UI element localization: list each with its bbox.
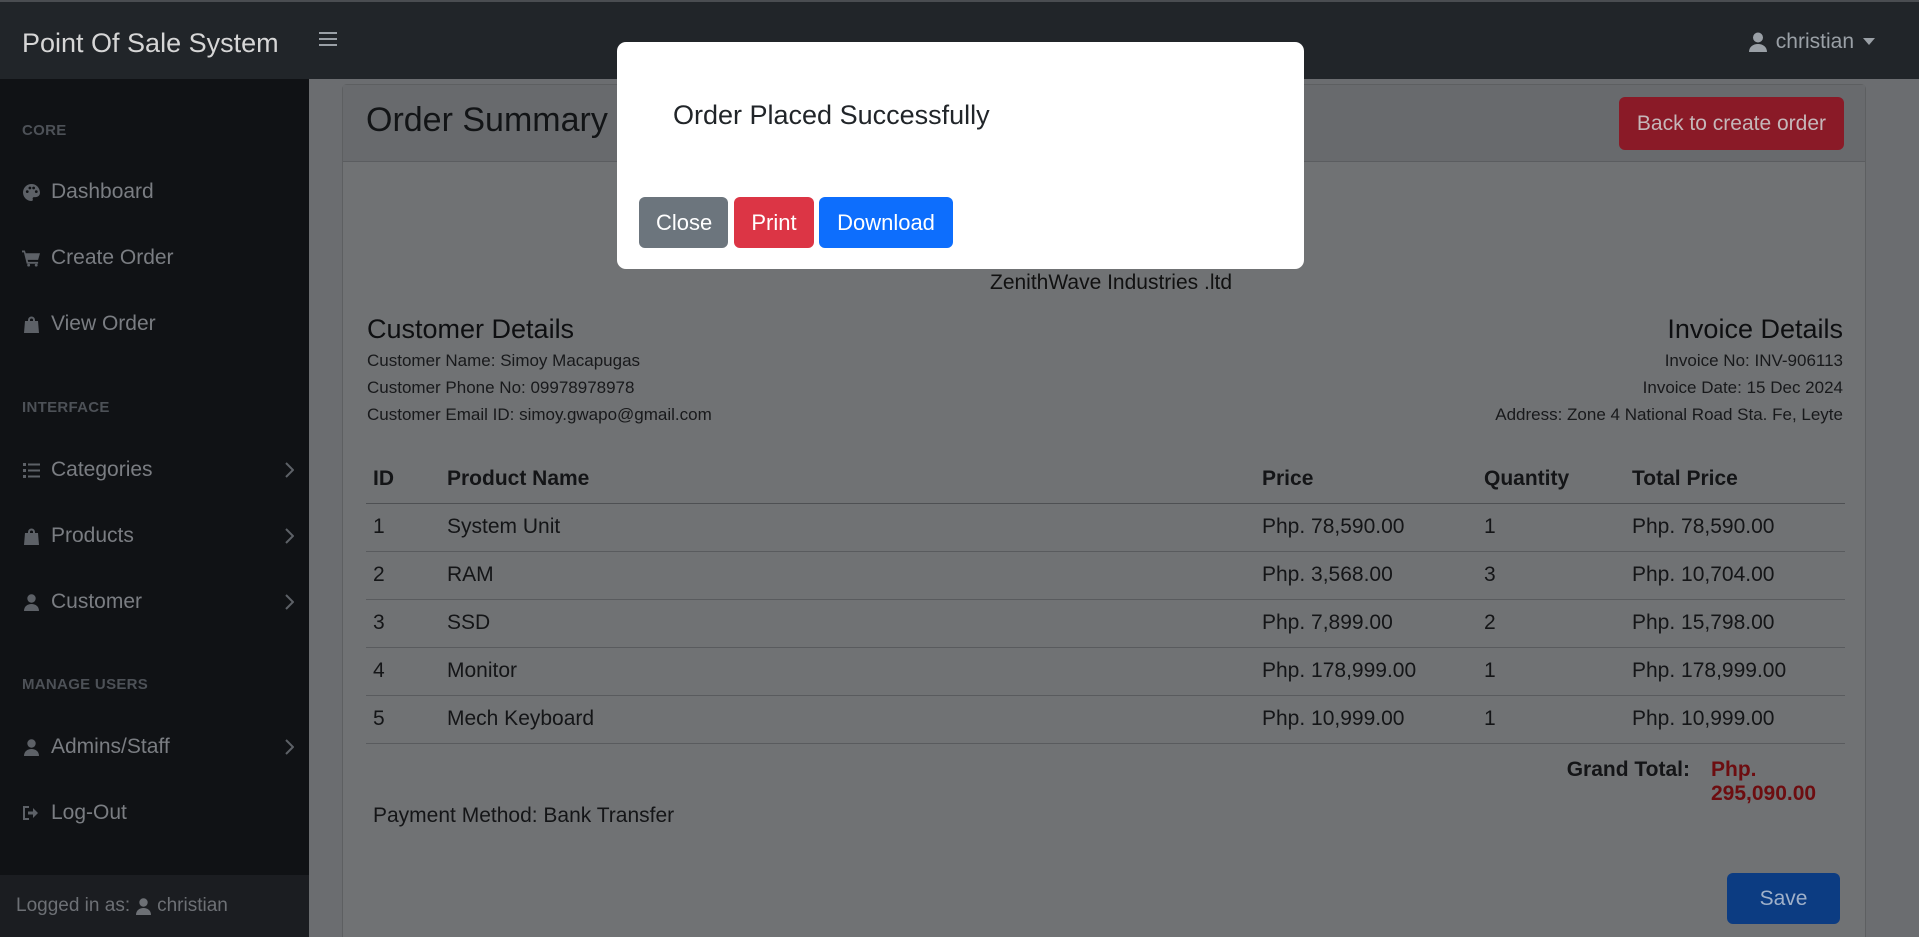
cell-quantity: 1: [1477, 503, 1625, 552]
cell-id: 1: [366, 503, 440, 552]
cell-quantity: 2: [1477, 599, 1625, 648]
back-to-create-order-button[interactable]: Back to create order: [1618, 97, 1844, 150]
cell-price: Php. 10,999.00: [1255, 695, 1477, 744]
payment-method: Payment Method: Bank Transfer: [373, 804, 675, 827]
logged-in-user: christian: [157, 895, 228, 916]
table-row: 3 SSD Php. 7,899.00 2 Php. 15,798.00: [366, 599, 1845, 648]
logged-in-label: Logged in as:: [16, 895, 131, 916]
cell-total: Php. 10,704.00: [1625, 551, 1845, 600]
cell-quantity: 1: [1477, 647, 1625, 696]
save-button[interactable]: Save: [1727, 873, 1840, 924]
invoice-address: Address: Zone 4 National Road Sta. Fe, L…: [1495, 405, 1843, 424]
cell-id: 5: [366, 695, 440, 744]
close-button[interactable]: Close: [639, 197, 728, 248]
sidebar-item-label: Customer: [51, 590, 143, 613]
logout-icon: [22, 804, 40, 822]
chevron-right-icon: [285, 462, 294, 478]
table-header-row: ID Product Name Price Quantity Total Pri…: [366, 455, 1845, 504]
cell-id: 3: [366, 599, 440, 648]
cell-product: Mech Keyboard: [440, 695, 1255, 744]
sidebar-item-admins-staff[interactable]: Admins/Staff: [22, 735, 294, 759]
cell-id: 2: [366, 551, 440, 600]
brand-title[interactable]: Point Of Sale System: [22, 28, 279, 59]
customer-phone: Customer Phone No: 09978978978: [367, 378, 635, 397]
sidebar-item-label: Products: [51, 524, 134, 547]
sidebar-item-create-order[interactable]: Create Order: [22, 246, 294, 270]
chevron-right-icon: [285, 594, 294, 610]
page-title: Order Summary: [366, 101, 608, 139]
sidebar-item-label: View Order: [51, 312, 156, 335]
sidebar-toggle-icon[interactable]: [319, 32, 337, 48]
column-header: ID: [366, 455, 440, 504]
customer-email: Customer Email ID: simoy.gwapo@gmail.com: [367, 405, 712, 424]
sidebar-item-label: Dashboard: [51, 180, 154, 203]
table-row: 5 Mech Keyboard Php. 10,999.00 1 Php. 10…: [366, 695, 1845, 744]
order-success-modal: Order Placed Successfully Close Print Do…: [617, 42, 1304, 269]
bag-icon: [22, 527, 40, 545]
user-menu[interactable]: christian: [1748, 30, 1875, 54]
sidebar-item-customer[interactable]: Customer: [22, 590, 294, 614]
sidebar: CORE Dashboard Create Order View Order I…: [0, 79, 309, 937]
section-core: CORE: [22, 122, 67, 139]
cell-id: 4: [366, 647, 440, 696]
cell-product: SSD: [440, 599, 1255, 648]
download-button[interactable]: Download: [819, 197, 953, 248]
list-icon: [22, 461, 40, 479]
cell-product: RAM: [440, 551, 1255, 600]
cell-product: Monitor: [440, 647, 1255, 696]
sidebar-item-categories[interactable]: Categories: [22, 458, 294, 482]
sidebar-item-label: Create Order: [51, 246, 174, 269]
column-header: Price: [1255, 455, 1477, 504]
sidebar-item-label: Admins/Staff: [51, 735, 170, 758]
cell-total: Php. 78,590.00: [1625, 503, 1845, 552]
column-header: Quantity: [1477, 455, 1625, 504]
grand-total-value: Php. 295,090.00: [1711, 758, 1817, 805]
invoice-details-heading: Invoice Details: [1667, 314, 1843, 344]
sidebar-item-view-order[interactable]: View Order: [22, 312, 294, 336]
chevron-right-icon: [285, 739, 294, 755]
cell-price: Php. 78,590.00: [1255, 503, 1477, 552]
cell-price: Php. 178,999.00: [1255, 647, 1477, 696]
section-manage-users: MANAGE USERS: [22, 676, 149, 693]
sidebar-item-logout[interactable]: Log-Out: [22, 801, 294, 825]
sidebar-footer: Logged in as: christian: [0, 875, 309, 937]
bag-icon: [22, 315, 40, 333]
user-icon: [22, 593, 40, 611]
company-name: ZenithWave Industries .ltd: [990, 271, 1232, 294]
column-header: Product Name: [440, 455, 1255, 504]
customer-details-heading: Customer Details: [367, 314, 575, 344]
print-button[interactable]: Print: [734, 197, 814, 248]
invoice-number: Invoice No: INV-906113: [1664, 351, 1843, 370]
sidebar-item-products[interactable]: Products: [22, 524, 294, 548]
table-row: 1 System Unit Php. 78,590.00 1 Php. 78,5…: [366, 503, 1845, 552]
customer-name: Customer Name: Simoy Macapugas: [367, 351, 641, 370]
cell-total: Php. 15,798.00: [1625, 599, 1845, 648]
sidebar-item-label: Log-Out: [51, 801, 127, 824]
cart-icon: [22, 249, 40, 267]
chevron-right-icon: [285, 528, 294, 544]
column-header: Total Price: [1625, 455, 1845, 504]
cell-total: Php. 10,999.00: [1625, 695, 1845, 744]
cell-price: Php. 7,899.00: [1255, 599, 1477, 648]
table-row: 2 RAM Php. 3,568.00 3 Php. 10,704.00: [366, 551, 1845, 600]
caret-down-icon: [1863, 38, 1875, 45]
cell-quantity: 1: [1477, 695, 1625, 744]
section-interface: INTERFACE: [22, 399, 110, 416]
cell-quantity: 3: [1477, 551, 1625, 600]
grand-total-label: Grand Total:: [1566, 758, 1690, 781]
user-menu-name: christian: [1775, 30, 1854, 53]
users-icon: [22, 738, 40, 756]
invoice-date: Invoice Date: 15 Dec 2024: [1642, 378, 1843, 397]
cell-price: Php. 3,568.00: [1255, 551, 1477, 600]
table-row: 4 Monitor Php. 178,999.00 1 Php. 178,999…: [366, 647, 1845, 696]
user-icon: [136, 897, 152, 915]
order-items-table: ID Product Name Price Quantity Total Pri…: [366, 455, 1845, 744]
user-icon: [1748, 32, 1767, 52]
cell-total: Php. 178,999.00: [1625, 647, 1845, 696]
sidebar-item-label: Categories: [51, 458, 153, 481]
palette-icon: [22, 183, 40, 201]
cell-product: System Unit: [440, 503, 1255, 552]
sidebar-item-dashboard[interactable]: Dashboard: [22, 180, 294, 204]
modal-title: Order Placed Successfully: [673, 100, 990, 130]
